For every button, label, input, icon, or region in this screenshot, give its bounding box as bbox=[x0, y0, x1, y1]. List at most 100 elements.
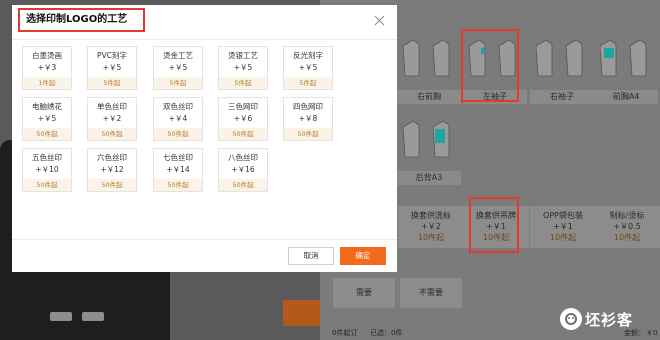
hoodie-thumbnail bbox=[594, 30, 658, 88]
option-price: +￥5 bbox=[102, 63, 122, 72]
option-moq: 50件起 bbox=[154, 128, 202, 140]
option-name: 电脑绣花 bbox=[32, 102, 62, 111]
cancel-button[interactable]: 取消 bbox=[288, 247, 334, 265]
process-option[interactable]: 烫银工艺 +￥5 5件起 bbox=[218, 46, 268, 90]
option-price: +￥5 bbox=[37, 114, 57, 123]
process-option[interactable]: 四色网印 +￥8 50件起 bbox=[283, 97, 333, 141]
service-name: 换套供洗标 bbox=[411, 211, 451, 220]
position-card-front-a4[interactable]: 前胸A4 bbox=[594, 30, 658, 106]
order-min: 0件起订 bbox=[332, 329, 358, 337]
option-price: +￥16 bbox=[231, 165, 255, 174]
option-moq: 50件起 bbox=[219, 128, 267, 140]
option-price: +￥12 bbox=[100, 165, 124, 174]
process-option[interactable]: 三色网印 +￥6 50件起 bbox=[218, 97, 268, 141]
process-option[interactable]: 七色丝印 +￥14 50件起 bbox=[153, 148, 203, 192]
option-price: +￥4 bbox=[168, 114, 188, 123]
position-label: 后背A3 bbox=[397, 171, 461, 185]
process-option[interactable]: 五色丝印 +￥10 50件起 bbox=[22, 148, 72, 192]
option-moq: 50件起 bbox=[154, 179, 202, 191]
option-name: 六色丝印 bbox=[97, 153, 127, 162]
option-moq: 5件起 bbox=[154, 77, 202, 89]
option-name: 三色网印 bbox=[228, 102, 258, 111]
confirm-button[interactable]: 确定 bbox=[340, 247, 386, 265]
option-moq: 50件起 bbox=[88, 179, 136, 191]
need-yes-option[interactable]: 需要 bbox=[333, 278, 395, 308]
option-moq: 50件起 bbox=[284, 128, 332, 140]
logo-process-modal: 选择印制LOGO的工艺 白墨烫画 +￥3 1件起 PVC刻字 +￥5 5件起 烫金工艺 +￥5… bbox=[12, 5, 397, 272]
highlight-left-sleeve bbox=[461, 29, 519, 102]
service-name: OPP袋包装 bbox=[543, 211, 583, 220]
option-moq: 50件起 bbox=[23, 128, 71, 140]
service-card-opp-bag[interactable]: OPP袋包装 +￥1 10件起 bbox=[530, 206, 596, 248]
option-price: +￥14 bbox=[166, 165, 190, 174]
highlight-hang-tag bbox=[469, 197, 519, 253]
service-price: +￥1 bbox=[553, 222, 573, 231]
process-option[interactable]: 六色丝印 +￥12 50件起 bbox=[87, 148, 137, 192]
process-option[interactable]: 电脑绣花 +￥5 50件起 bbox=[22, 97, 72, 141]
option-price: +￥5 bbox=[298, 63, 318, 72]
process-option[interactable]: 白墨烫画 +￥3 1件起 bbox=[22, 46, 72, 90]
option-price: +￥8 bbox=[298, 114, 318, 123]
process-option[interactable]: PVC刻字 +￥5 5件起 bbox=[87, 46, 137, 90]
service-name: 制标/烫标 bbox=[609, 211, 645, 220]
option-price: +￥10 bbox=[35, 165, 59, 174]
option-moq: 5件起 bbox=[284, 77, 332, 89]
position-label: 前胸A4 bbox=[594, 90, 658, 104]
option-name: PVC刻字 bbox=[97, 51, 127, 60]
service-price: +￥2 bbox=[421, 222, 441, 231]
hoodie-thumbnail bbox=[397, 30, 461, 88]
option-moq: 5件起 bbox=[219, 77, 267, 89]
position-card-right-sleeve[interactable]: 右袖子 bbox=[530, 30, 594, 106]
option-price: +￥5 bbox=[233, 63, 253, 72]
service-moq: 10件起 bbox=[613, 233, 641, 242]
option-price: +￥6 bbox=[233, 114, 253, 123]
option-name: 五色丝印 bbox=[32, 153, 62, 162]
process-option[interactable]: 反光刻字 +￥5 5件起 bbox=[283, 46, 333, 90]
selected-count: 已选：0件 bbox=[370, 329, 403, 337]
option-price: +￥3 bbox=[37, 63, 57, 72]
hoodie-thumbnail bbox=[530, 30, 594, 88]
option-name: 八色丝印 bbox=[228, 153, 258, 162]
option-name: 白墨烫画 bbox=[32, 51, 62, 60]
option-name: 烫银工艺 bbox=[228, 51, 258, 60]
option-moq: 1件起 bbox=[23, 77, 71, 89]
service-card-iron-label[interactable]: 制标/烫标 +￥0.5 10件起 bbox=[594, 206, 660, 248]
option-name: 双色丝印 bbox=[163, 102, 193, 111]
position-label: 右前胸 bbox=[397, 90, 461, 104]
position-card-right-chest[interactable]: 右前胸 bbox=[397, 30, 461, 106]
front-view-pill[interactable]: 正面 bbox=[50, 312, 72, 321]
divider bbox=[12, 239, 397, 240]
total-amount: ￥0 bbox=[646, 329, 658, 337]
modal-title: 选择印制LOGO的工艺 bbox=[18, 8, 145, 32]
process-option[interactable]: 八色丝印 +￥16 50件起 bbox=[218, 148, 268, 192]
position-card-back-a3[interactable]: 后背A3 bbox=[397, 111, 461, 187]
option-moq: 50件起 bbox=[23, 179, 71, 191]
close-icon[interactable] bbox=[373, 14, 387, 28]
option-name: 四色网印 bbox=[293, 102, 323, 111]
service-moq: 10件起 bbox=[549, 233, 577, 242]
need-no-option[interactable]: 不需要 bbox=[400, 278, 462, 308]
divider bbox=[12, 39, 397, 40]
order-button[interactable] bbox=[283, 300, 320, 326]
option-name: 七色丝印 bbox=[163, 153, 193, 162]
option-name: 烫金工艺 bbox=[163, 51, 193, 60]
hoodie-thumbnail bbox=[397, 111, 461, 169]
service-card-wash-label[interactable]: 换套供洗标 +￥2 10件起 bbox=[398, 206, 464, 248]
option-moq: 50件起 bbox=[88, 128, 136, 140]
watermark: 坯衫客 bbox=[560, 306, 633, 332]
service-moq: 10件起 bbox=[417, 233, 445, 242]
process-option[interactable]: 单色丝印 +￥2 50件起 bbox=[87, 97, 137, 141]
watermark-logo-icon bbox=[560, 308, 582, 330]
watermark-text: 坯衫客 bbox=[585, 310, 634, 329]
back-view-pill[interactable]: 背面 bbox=[82, 312, 104, 321]
position-label: 右袖子 bbox=[530, 90, 594, 104]
option-name: 反光刻字 bbox=[293, 51, 323, 60]
option-moq: 50件起 bbox=[219, 179, 267, 191]
option-moq: 5件起 bbox=[88, 77, 136, 89]
service-price: +￥0.5 bbox=[613, 222, 641, 231]
option-price: +￥5 bbox=[168, 63, 188, 72]
option-price: +￥2 bbox=[102, 114, 122, 123]
option-name: 单色丝印 bbox=[97, 102, 127, 111]
process-option[interactable]: 双色丝印 +￥4 50件起 bbox=[153, 97, 203, 141]
process-option[interactable]: 烫金工艺 +￥5 5件起 bbox=[153, 46, 203, 90]
